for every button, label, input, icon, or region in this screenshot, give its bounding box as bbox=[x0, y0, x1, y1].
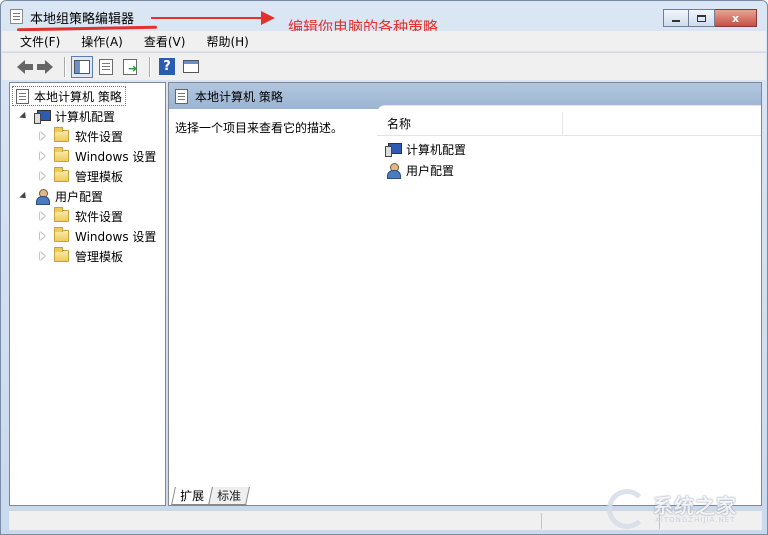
folder-icon bbox=[54, 127, 69, 142]
collapsed-arrow-icon[interactable] bbox=[40, 232, 45, 240]
minimize-icon bbox=[672, 20, 680, 22]
watermark: 系统之家 XITONGZHIJIA.NET bbox=[603, 485, 737, 529]
list-item-label: 用户配置 bbox=[406, 163, 455, 178]
tree-item-label: Windows 设置 bbox=[75, 229, 157, 244]
tree-item-computer-software-settings[interactable]: 软件设置 bbox=[40, 126, 123, 146]
collapsed-arrow-icon[interactable] bbox=[40, 132, 45, 140]
list-item-user-config[interactable]: 用户配置 bbox=[385, 160, 454, 180]
menu-bar: 文件(F) 操作(A) 查看(V) 帮助(H) bbox=[2, 31, 766, 51]
show-hide-tree-icon bbox=[74, 59, 90, 74]
tree-item-label: Windows 设置 bbox=[75, 149, 157, 164]
tree-item-user-software-settings[interactable]: 软件设置 bbox=[40, 206, 123, 226]
forward-arrow-icon bbox=[37, 59, 53, 74]
tree-item-user-config[interactable]: 用户配置 bbox=[19, 186, 104, 206]
back-arrow-icon bbox=[17, 59, 33, 74]
toolbar-separator bbox=[64, 56, 65, 77]
forward-button[interactable] bbox=[34, 56, 56, 78]
help-button[interactable]: ? bbox=[156, 56, 178, 78]
policy-document-icon bbox=[16, 88, 29, 104]
tree-item-computer-admin-templates[interactable]: 管理模板 bbox=[40, 166, 123, 186]
user-icon bbox=[385, 162, 401, 179]
close-button[interactable]: x bbox=[715, 9, 757, 27]
tab-extended[interactable]: 扩展 bbox=[171, 487, 213, 505]
close-icon: x bbox=[731, 11, 740, 25]
tree-root-local-computer-policy[interactable]: 本地计算机 策略 bbox=[12, 86, 126, 106]
tree-item-user-windows-settings[interactable]: Windows 设置 bbox=[40, 226, 156, 246]
description-text: 选择一个项目来查看它的描述。 bbox=[175, 121, 344, 135]
properties-button[interactable] bbox=[95, 56, 117, 78]
details-header-title: 本地计算机 策略 bbox=[195, 89, 283, 104]
tree-item-label: 软件设置 bbox=[75, 129, 124, 144]
app-window: 本地组策略编辑器 编辑你电脑的各种策略 x 文件(F) 操作(A) 查看(V) … bbox=[0, 0, 768, 535]
list-item-label: 计算机配置 bbox=[406, 142, 467, 157]
tree-item-user-admin-templates[interactable]: 管理模板 bbox=[40, 246, 123, 266]
help-icon: ? bbox=[159, 58, 175, 75]
tab-label: 标准 bbox=[217, 489, 242, 503]
properties-icon bbox=[99, 58, 113, 75]
watermark-logo-icon bbox=[603, 485, 653, 529]
annotation-arrow-icon bbox=[261, 11, 275, 25]
view-button[interactable] bbox=[180, 56, 202, 78]
export-list-icon bbox=[123, 58, 137, 75]
tab-label: 扩展 bbox=[180, 489, 205, 503]
column-header-name[interactable]: 名称 bbox=[377, 111, 563, 136]
show-hide-tree-button[interactable] bbox=[71, 55, 93, 78]
minimize-button[interactable] bbox=[663, 9, 689, 27]
menu-action[interactable]: 操作(A) bbox=[68, 33, 131, 50]
folder-icon bbox=[54, 207, 69, 222]
watermark-subtext: XITONGZHIJIA.NET bbox=[655, 516, 736, 524]
items-list[interactable]: 名称 计算机配置 用户配置 bbox=[377, 105, 761, 485]
toolbar: ? bbox=[2, 52, 766, 80]
tree-item-label: 软件设置 bbox=[75, 209, 124, 224]
back-button[interactable] bbox=[10, 56, 33, 78]
folder-icon bbox=[54, 167, 69, 182]
collapsed-arrow-icon[interactable] bbox=[40, 152, 45, 160]
tree-item-computer-config[interactable]: 计算机配置 bbox=[19, 106, 116, 126]
folder-icon bbox=[54, 247, 69, 262]
list-column-header: 名称 bbox=[377, 111, 761, 136]
policy-document-icon bbox=[10, 9, 23, 24]
window-controls: x bbox=[663, 9, 757, 27]
tree-item-label: 管理模板 bbox=[75, 249, 124, 264]
collapsed-arrow-icon[interactable] bbox=[40, 212, 45, 220]
details-pane: 本地计算机 策略 选择一个项目来查看它的描述。 名称 计算机配置 用户配置 扩展… bbox=[168, 82, 762, 506]
annotation-arrow-line bbox=[151, 17, 263, 19]
view-icon bbox=[183, 60, 199, 73]
window-title: 本地组策略编辑器 bbox=[30, 12, 135, 27]
folder-icon bbox=[54, 227, 69, 242]
export-list-button[interactable] bbox=[119, 56, 141, 78]
menu-view[interactable]: 查看(V) bbox=[131, 33, 194, 50]
computer-icon bbox=[34, 109, 51, 124]
maximize-button[interactable] bbox=[689, 9, 715, 27]
expanded-arrow-icon[interactable] bbox=[19, 111, 29, 121]
watermark-text: 系统之家 bbox=[653, 493, 737, 518]
tree-item-label: 管理模板 bbox=[75, 169, 124, 184]
maximize-icon bbox=[697, 14, 706, 22]
view-tabs: 扩展 标准 bbox=[171, 487, 250, 505]
user-icon bbox=[34, 188, 50, 205]
toolbar-separator bbox=[149, 56, 150, 77]
collapsed-arrow-icon[interactable] bbox=[40, 172, 45, 180]
tree-root-label: 本地计算机 策略 bbox=[34, 89, 122, 104]
list-item-computer-config[interactable]: 计算机配置 bbox=[385, 139, 466, 159]
policy-document-icon bbox=[175, 88, 188, 104]
expanded-arrow-icon[interactable] bbox=[19, 191, 29, 201]
tree-item-computer-windows-settings[interactable]: Windows 设置 bbox=[40, 146, 156, 166]
tree-item-label: 用户配置 bbox=[55, 189, 104, 204]
tree-item-label: 计算机配置 bbox=[55, 109, 116, 124]
console-tree[interactable]: 本地计算机 策略 计算机配置 软件设置 Windows 设置 管理模板 用户配置 bbox=[9, 82, 166, 506]
tab-standard[interactable]: 标准 bbox=[208, 487, 250, 505]
computer-icon bbox=[385, 142, 402, 157]
status-separator bbox=[541, 513, 542, 529]
collapsed-arrow-icon[interactable] bbox=[40, 252, 45, 260]
menu-file[interactable]: 文件(F) bbox=[7, 33, 68, 50]
folder-icon bbox=[54, 147, 69, 162]
title-bar[interactable]: 本地组策略编辑器 编辑你电脑的各种策略 x bbox=[1, 1, 767, 36]
menu-help[interactable]: 帮助(H) bbox=[193, 33, 256, 50]
